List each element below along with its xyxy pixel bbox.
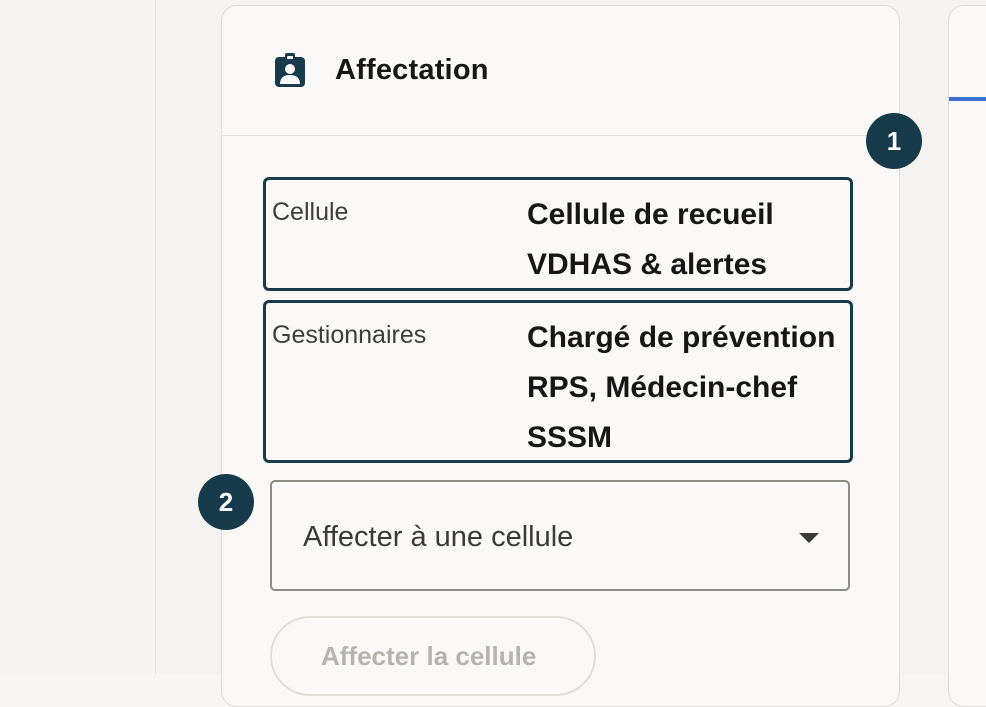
card-title: Affectation: [335, 54, 489, 86]
gestionnaires-label: Gestionnaires: [272, 321, 427, 349]
cellule-info-box: Cellule Cellule de recueil VDHAS & alert…: [263, 177, 853, 291]
step-badge-1: 1: [866, 113, 922, 169]
cellule-select-placeholder: Affecter à une cellule: [303, 521, 574, 553]
assign-cellule-button-label: Affecter la cellule: [321, 641, 537, 671]
left-sidebar-area: [0, 0, 155, 674]
tab-indicator: [949, 97, 986, 101]
cellule-value: Cellule de recueil VDHAS & alertes: [527, 198, 774, 281]
step-badge-2: 2: [198, 474, 254, 530]
gestionnaires-value: Chargé de prévention RPS, Médecin-chef S…: [527, 321, 836, 454]
cellule-label: Cellule: [272, 198, 349, 226]
clipboard-user-icon: [275, 53, 305, 87]
card-header: Affectation: [222, 6, 899, 136]
chevron-down-icon: [799, 533, 819, 543]
assign-cellule-button[interactable]: Affecter la cellule: [270, 616, 596, 696]
cellule-select[interactable]: Affecter à une cellule: [270, 480, 850, 591]
gestionnaires-info-box: Gestionnaires Chargé de prévention RPS, …: [263, 300, 853, 463]
adjacent-card: [948, 5, 986, 707]
